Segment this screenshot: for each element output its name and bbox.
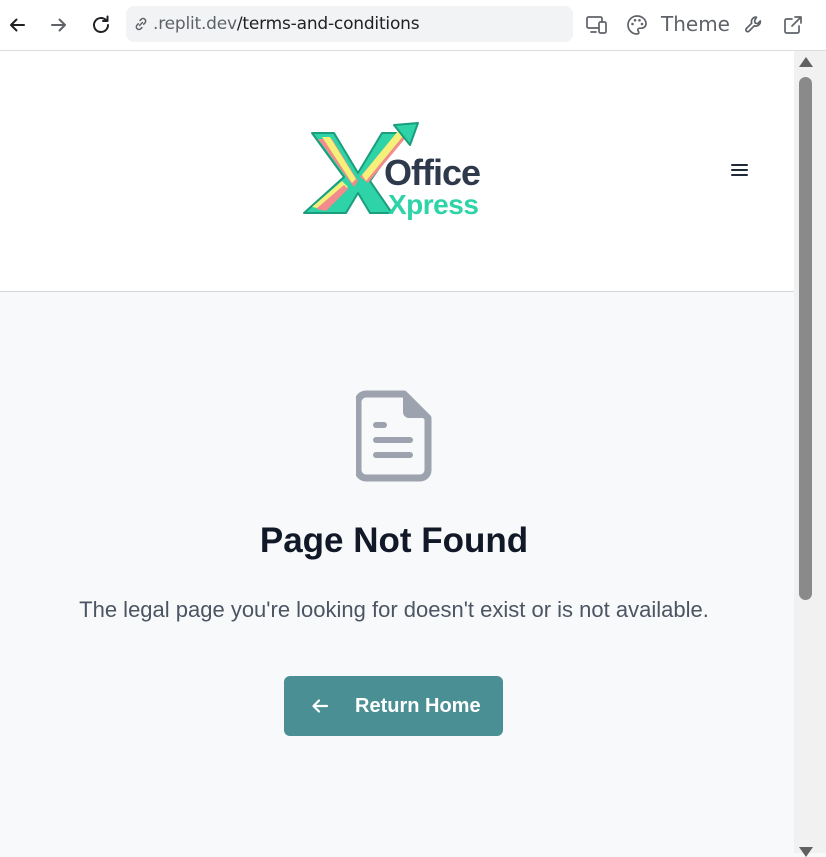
devices-icon[interactable] <box>581 9 613 41</box>
theme-label[interactable]: Theme <box>661 12 730 36</box>
external-link-icon[interactable] <box>777 9 809 41</box>
logo-text-top: Office <box>384 152 480 193</box>
browser-toolbar: .replit.dev/terms-and-conditions Theme <box>0 0 826 51</box>
url-host: .replit.dev <box>153 14 237 34</box>
document-icon <box>354 390 432 482</box>
return-home-button[interactable]: Return Home <box>284 676 503 736</box>
vertical-scrollbar[interactable] <box>794 51 826 857</box>
hamburger-line <box>731 169 748 171</box>
url-path: /terms-and-conditions <box>236 14 420 34</box>
scrollbar-thumb[interactable] <box>799 77 812 600</box>
return-home-label: Return Home <box>355 694 481 717</box>
link-icon <box>131 14 151 34</box>
logo-text-bottom: Xpress <box>388 189 478 220</box>
office-xpress-logo[interactable]: Office Xpress <box>300 121 490 221</box>
scroll-up-arrow-icon[interactable] <box>799 57 813 67</box>
hamburger-line <box>731 164 748 166</box>
reload-icon[interactable] <box>85 9 117 41</box>
page-viewport: Office Xpress Page Not Found The legal p… <box>0 51 794 853</box>
address-bar[interactable]: .replit.dev/terms-and-conditions <box>126 6 573 42</box>
palette-icon[interactable] <box>621 9 653 41</box>
forward-arrow-icon[interactable] <box>43 9 75 41</box>
wrench-icon[interactable] <box>738 9 770 41</box>
site-header: Office Xpress <box>0 51 794 292</box>
arrow-left-icon <box>309 695 331 717</box>
url-text: .replit.dev/terms-and-conditions <box>153 14 420 34</box>
hamburger-menu-icon[interactable] <box>728 161 752 181</box>
page-description: The legal page you're looking for doesn'… <box>79 597 709 622</box>
scroll-down-arrow-icon[interactable] <box>799 847 813 857</box>
page-title: Page Not Found <box>259 521 529 560</box>
hamburger-line <box>731 174 748 176</box>
back-arrow-icon[interactable] <box>1 9 33 41</box>
